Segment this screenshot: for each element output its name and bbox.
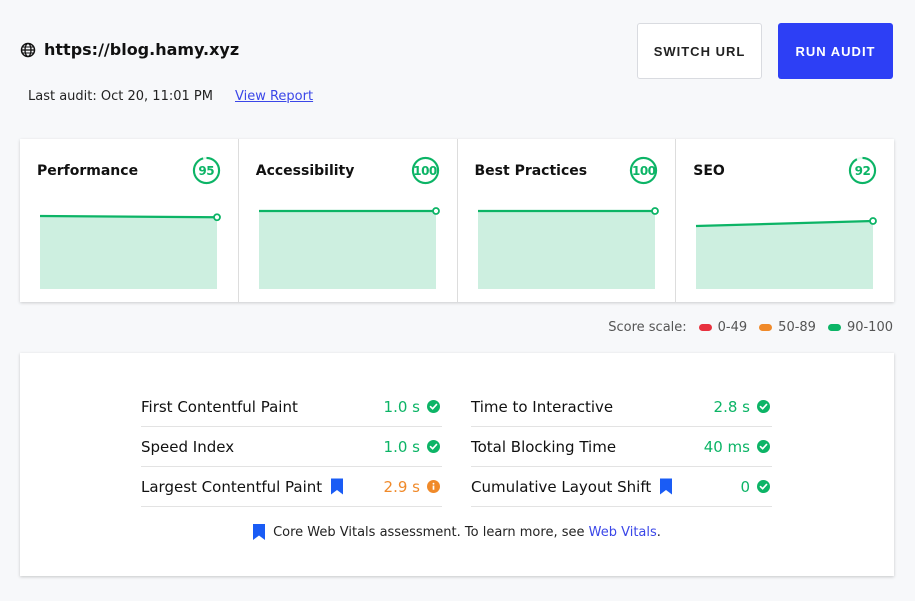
category-title: SEO [693,163,725,179]
category-card[interactable]: Performance 95 [20,139,239,302]
poor-dot [698,324,712,331]
core-web-vitals-note: Core Web Vitals assessment. To learn mor… [20,524,894,540]
score-value: 92 [854,163,871,178]
bookmark-icon [331,478,344,495]
poor-range: 0-49 [717,320,748,335]
score-value: 95 [198,163,215,178]
metric-value: 0 [740,477,750,496]
history-area [477,211,655,289]
score-history-chart [39,213,221,289]
metric-name: Largest Contentful Paint [141,477,323,496]
metric-value: 1.0 s [383,397,420,416]
run-audit-button[interactable]: RUN AUDIT [778,23,893,79]
check-circle-icon [427,440,440,453]
metric-row: Cumulative Layout Shift 0 [471,467,772,507]
category-title: Best Practices [474,163,588,179]
globe-icon [20,42,36,57]
metric-name: Total Blocking Time [471,437,617,456]
note-text: Core Web Vitals assessment. To learn mor… [273,524,585,540]
last-audit-time: Last audit: Oct 20, 11:01 PM [28,89,213,104]
category-card[interactable]: Accessibility 100 [239,139,458,302]
metric-row: First Contentful Paint 1.0 s [141,387,442,427]
metric-value: 40 ms [703,437,750,456]
category-card[interactable]: SEO 92 [676,139,894,302]
view-report-link[interactable]: View Report [235,89,313,104]
good-dot [827,324,841,331]
score-history-chart [696,217,878,289]
metric-name: Speed Index [141,437,235,456]
site-url: https://blog.hamy.xyz [20,40,239,59]
url-text: https://blog.hamy.xyz [44,40,240,59]
score-history-chart [258,207,440,289]
score-value: 100 [631,163,656,178]
note-end: . [656,524,661,540]
good-range: 90-100 [846,320,893,335]
metric-row: Speed Index 1.0 s [141,427,442,467]
score-scale-label: Score scale: [608,320,687,335]
switch-url-button[interactable]: SWITCH URL [637,23,762,79]
category-cards: Performance 95 Accessibility 100 Best Pr… [20,139,894,302]
web-vitals-link[interactable]: Web Vitals [589,525,657,540]
score-value: 100 [413,163,437,178]
metric-name: Time to Interactive [471,397,614,416]
metric-row: Total Blocking Time 40 ms [471,427,772,467]
average-range: 50-89 [778,320,816,335]
metric-row: Largest Contentful Paint 2.9 s [141,467,442,507]
history-point [213,213,221,222]
history-area [258,211,436,289]
history-point [650,207,659,215]
history-area [696,221,874,289]
bookmark-icon [660,478,673,495]
score-scale-legend: Score scale: 0-49 50-89 90-100 [608,320,893,335]
history-point [431,207,440,215]
check-circle-icon [757,440,770,453]
history-line [39,214,218,219]
metric-name: Cumulative Layout Shift [471,477,652,496]
info-circle-icon [427,480,440,493]
history-area [40,216,217,289]
metric-row: Time to Interactive 2.8 s [471,387,772,427]
category-title: Accessibility [255,163,355,179]
check-circle-icon [427,400,440,413]
metric-value: 1.0 s [383,437,420,456]
metric-value: 2.9 s [383,477,420,496]
metrics-column-left: First Contentful Paint 1.0 s Speed Index 1.… [141,387,442,507]
metrics-column-right: Time to Interactive 2.8 s Total Blocking T… [471,387,772,507]
metric-name: First Contentful Paint [141,397,298,416]
bookmark-icon [253,524,266,540]
category-title: Performance [37,163,139,179]
metric-value: 2.8 s [713,397,750,416]
score-history-chart [477,207,659,289]
check-circle-icon [757,400,770,413]
average-dot [759,324,773,331]
check-circle-icon [757,480,770,493]
metrics-panel: First Contentful Paint 1.0 s Speed Index 1.… [20,353,894,576]
history-point [869,217,878,225]
category-card[interactable]: Best Practices 100 [458,139,677,302]
